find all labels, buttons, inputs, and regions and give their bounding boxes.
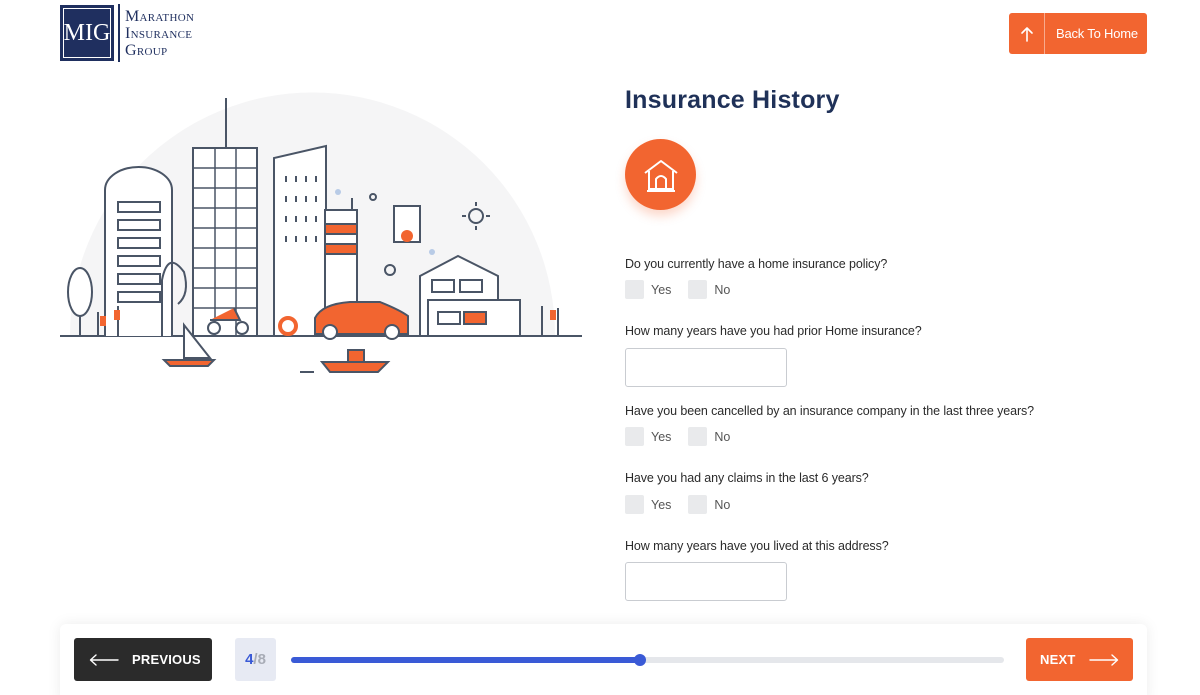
page-title: Insurance History bbox=[625, 86, 840, 114]
question-current-home-policy: Do you currently have a home insurance p… bbox=[625, 257, 888, 271]
radio-label: No bbox=[714, 429, 731, 444]
city-illustration bbox=[60, 80, 585, 390]
company-logo[interactable]: MIG Marathon Insurance Group bbox=[60, 4, 194, 62]
prior-insurance-years-input[interactable] bbox=[625, 348, 787, 387]
back-to-home-label: Back To Home bbox=[1056, 26, 1138, 41]
logo-line-1: Marathon bbox=[125, 7, 195, 25]
step-current: 4 bbox=[245, 651, 254, 668]
question-prior-insurance-years: How many years have you had prior Home i… bbox=[625, 324, 922, 338]
logo-mark: MIG bbox=[60, 5, 114, 61]
radio-box[interactable] bbox=[688, 495, 708, 514]
step-indicator: 4/8 bbox=[235, 638, 276, 681]
radio-label: No bbox=[714, 282, 731, 297]
radio-no[interactable]: No bbox=[688, 495, 730, 514]
radio-no[interactable]: No bbox=[688, 280, 730, 299]
logo-divider bbox=[118, 4, 120, 62]
radio-box[interactable] bbox=[688, 280, 708, 299]
radio-box[interactable] bbox=[625, 495, 644, 514]
back-to-home-button[interactable]: Back To Home bbox=[1009, 13, 1147, 54]
arrow-right-icon bbox=[1089, 653, 1119, 666]
radio-label: Yes bbox=[651, 282, 672, 297]
next-label: NEXT bbox=[1040, 652, 1076, 667]
logo-wordmark: Marathon Insurance Group bbox=[125, 8, 194, 59]
question-years-at-address: How many years have you lived at this ad… bbox=[625, 539, 889, 553]
radio-label: Yes bbox=[651, 429, 672, 444]
radio-no[interactable]: No bbox=[688, 427, 730, 446]
arrow-left-icon bbox=[89, 653, 119, 666]
radio-group-claims-last-6-years: Yes No bbox=[625, 495, 747, 514]
radio-group-current-home-policy: Yes No bbox=[625, 280, 747, 299]
radio-label: No bbox=[714, 497, 731, 512]
radio-yes[interactable]: Yes bbox=[625, 495, 671, 514]
radio-box[interactable] bbox=[688, 427, 708, 446]
previous-button[interactable]: PREVIOUS bbox=[74, 638, 212, 681]
radio-box[interactable] bbox=[625, 280, 644, 299]
radio-box[interactable] bbox=[625, 427, 644, 446]
radio-yes[interactable]: Yes bbox=[625, 427, 671, 446]
next-button[interactable]: NEXT bbox=[1026, 638, 1133, 681]
previous-label: PREVIOUS bbox=[132, 652, 201, 667]
radio-yes[interactable]: Yes bbox=[625, 280, 671, 299]
radio-label: Yes bbox=[651, 497, 672, 512]
logo-line-3: Group bbox=[125, 41, 168, 59]
home-icon bbox=[625, 139, 696, 210]
years-at-address-input[interactable] bbox=[625, 562, 787, 601]
progress-track bbox=[291, 654, 1004, 666]
question-claims-last-6-years: Have you had any claims in the last 6 ye… bbox=[625, 471, 869, 485]
step-total: 8 bbox=[257, 651, 266, 668]
radio-group-cancelled-by-insurer: Yes No bbox=[625, 427, 747, 446]
progress-fill bbox=[291, 657, 641, 663]
logo-line-2: Insurance bbox=[125, 24, 193, 42]
arrow-up-icon bbox=[1009, 13, 1045, 54]
question-cancelled-by-insurer: Have you been cancelled by an insurance … bbox=[625, 404, 1035, 418]
